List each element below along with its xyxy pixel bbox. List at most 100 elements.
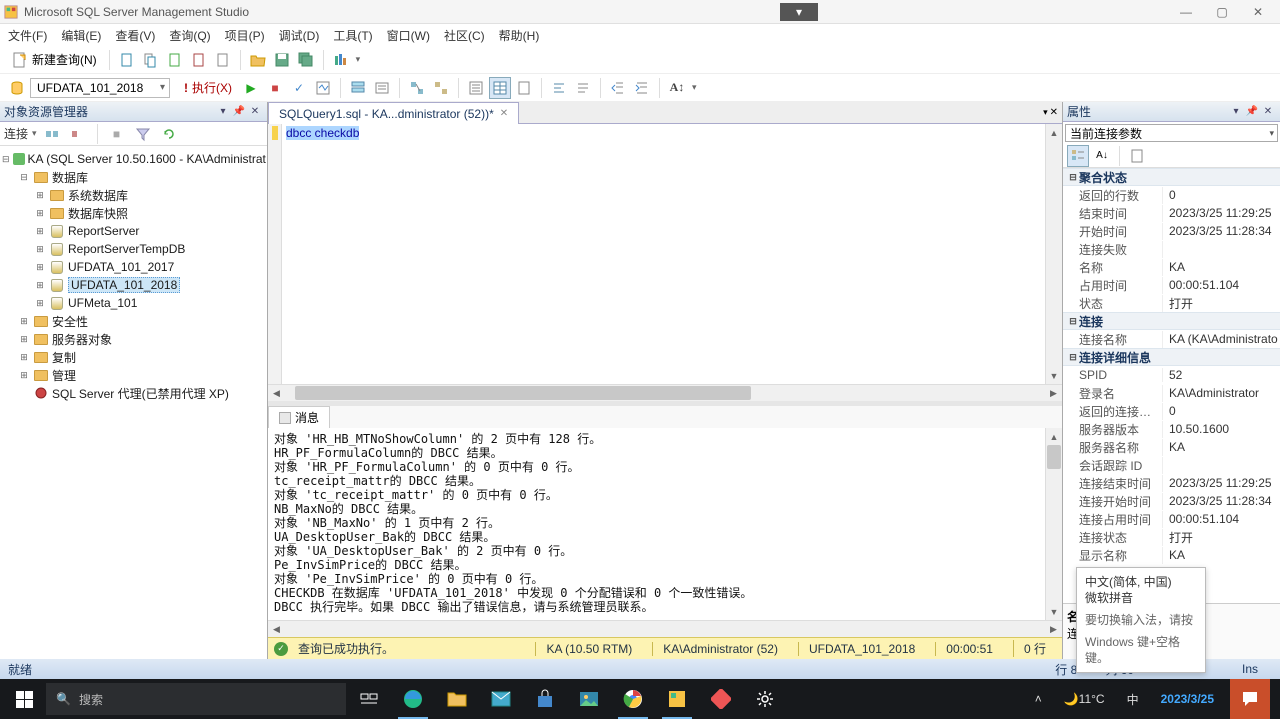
chrome-icon[interactable] xyxy=(612,679,654,719)
tab-dropdown-icon[interactable]: ▾ xyxy=(1043,107,1048,118)
messages-body[interactable]: 对象 'HR_HB_MTNoShowColumn' 的 2 页中有 128 行。… xyxy=(268,428,1045,620)
tree-ufmeta[interactable]: ⊞UFMeta_101 xyxy=(0,294,267,312)
specify-values-icon[interactable]: A↕ xyxy=(666,77,688,99)
tree-reportservertemp[interactable]: ⊞ReportServerTempDB xyxy=(0,240,267,258)
results-file-icon[interactable] xyxy=(513,77,535,99)
connect-icon[interactable] xyxy=(41,123,63,145)
start-button[interactable] xyxy=(4,679,44,719)
properties-scope-combo[interactable]: 当前连接参数 xyxy=(1065,124,1278,142)
parse-icon[interactable]: ✓ xyxy=(288,77,310,99)
taskbar-search[interactable]: 🔍 搜索 xyxy=(46,683,346,715)
menu-file[interactable]: 文件(F) xyxy=(8,27,47,44)
menu-edit[interactable]: 编辑(E) xyxy=(61,27,101,44)
editor-hscroll[interactable]: ◀▶ xyxy=(268,384,1062,401)
activity-monitor-icon[interactable] xyxy=(330,49,352,71)
menu-help[interactable]: 帮助(H) xyxy=(499,27,540,44)
save-all-icon[interactable] xyxy=(295,49,317,71)
menu-debug[interactable]: 调试(D) xyxy=(279,27,320,44)
uncomment-icon[interactable] xyxy=(572,77,594,99)
messages-hscroll[interactable]: ◀▶ xyxy=(268,620,1062,637)
alphabetical-view-icon[interactable]: A↓ xyxy=(1091,145,1113,167)
close-button[interactable]: ✕ xyxy=(1240,1,1276,23)
panel-dropdown-icon[interactable]: ▾ xyxy=(215,104,231,120)
menu-community[interactable]: 社区(C) xyxy=(444,27,485,44)
include-stats-icon[interactable] xyxy=(430,77,452,99)
connect-label[interactable]: 连接 xyxy=(4,125,28,142)
ime-indicator[interactable]: 中 xyxy=(1121,679,1145,719)
tb-doc2-icon[interactable] xyxy=(140,49,162,71)
editor-code[interactable]: dbcc checkdb xyxy=(282,124,1045,384)
categorized-view-icon[interactable] xyxy=(1067,145,1089,167)
results-grid-icon[interactable] xyxy=(489,77,511,99)
editor-vscroll[interactable]: ▲▼ xyxy=(1045,124,1062,384)
tb-doc3-icon[interactable] xyxy=(164,49,186,71)
properties-grid[interactable]: ⊟聚合状态 返回的行数0 结束时间2023/3/25 11:29:25 开始时间… xyxy=(1063,168,1280,603)
prop-cat-connection[interactable]: ⊟连接 xyxy=(1063,312,1280,330)
tb-doc4-icon[interactable] xyxy=(188,49,210,71)
git-icon[interactable] xyxy=(700,679,742,719)
editor-tab-close-icon[interactable]: ✕ xyxy=(500,108,508,119)
settings-icon[interactable] xyxy=(744,679,786,719)
tb-doc5-icon[interactable] xyxy=(212,49,234,71)
prop-cat-conn-detail[interactable]: ⊟连接详细信息 xyxy=(1063,348,1280,366)
prop-pin-icon[interactable]: 📌 xyxy=(1244,104,1260,120)
database-selector[interactable]: UFDATA_101_2018 xyxy=(30,78,170,98)
mail-icon[interactable] xyxy=(480,679,522,719)
menu-query[interactable]: 查询(Q) xyxy=(169,27,210,44)
toolbar2-overflow-icon[interactable]: ▾ xyxy=(692,82,697,93)
indent-increase-icon[interactable] xyxy=(631,77,653,99)
tree-server[interactable]: ⊟KA (SQL Server 10.50.1600 - KA\Administ… xyxy=(0,150,267,168)
filter-icon[interactable] xyxy=(132,123,154,145)
comment-icon[interactable] xyxy=(548,77,570,99)
task-view-icon[interactable] xyxy=(348,679,390,719)
tree-agent[interactable]: ⊞SQL Server 代理(已禁用代理 XP) xyxy=(0,384,267,402)
tree-databases[interactable]: ⊟数据库 xyxy=(0,168,267,186)
new-query-button[interactable]: 新建查询(N) xyxy=(6,51,103,68)
prop-close-icon[interactable]: ✕ xyxy=(1260,104,1276,120)
menu-view[interactable]: 查看(V) xyxy=(115,27,155,44)
intellisense-icon[interactable] xyxy=(371,77,393,99)
tray-date[interactable]: 2023/3/25 xyxy=(1155,679,1220,719)
ssms-icon[interactable] xyxy=(656,679,698,719)
query-options-icon[interactable] xyxy=(347,77,369,99)
edge-icon[interactable] xyxy=(392,679,434,719)
photos-icon[interactable] xyxy=(568,679,610,719)
disconnect-icon[interactable] xyxy=(67,123,89,145)
tree-management[interactable]: ⊞管理 xyxy=(0,366,267,384)
include-plan-icon[interactable] xyxy=(406,77,428,99)
tb-doc1-icon[interactable] xyxy=(116,49,138,71)
sql-editor[interactable]: dbcc checkdb ▲▼ xyxy=(268,124,1062,384)
stop-icon[interactable]: ■ xyxy=(264,77,286,99)
save-icon[interactable] xyxy=(271,49,293,71)
tab-close-all-icon[interactable]: ✕ xyxy=(1050,107,1058,118)
db-dropdown-icon[interactable] xyxy=(6,77,28,99)
maximize-button[interactable]: ▢ xyxy=(1204,1,1240,23)
indent-decrease-icon[interactable] xyxy=(607,77,629,99)
tree-db-snapshots[interactable]: ⊞数据库快照 xyxy=(0,204,267,222)
estimated-plan-icon[interactable] xyxy=(312,77,334,99)
minimize-button[interactable]: — xyxy=(1168,1,1204,23)
stop-oe-icon[interactable]: ■ xyxy=(106,123,128,145)
messages-vscroll[interactable]: ▲▼ xyxy=(1045,428,1062,620)
tray-overflow-icon[interactable]: ˄ xyxy=(1029,679,1048,719)
execute-button[interactable]: ! 执行(X) xyxy=(178,79,238,96)
titlebar-dropdown[interactable]: ▾ xyxy=(780,3,818,21)
action-center-icon[interactable] xyxy=(1230,679,1270,719)
refresh-icon[interactable] xyxy=(158,123,180,145)
tree-uf2018[interactable]: ⊞UFDATA_101_2018 xyxy=(0,276,267,294)
tree-reportserver[interactable]: ⊞ReportServer xyxy=(0,222,267,240)
menu-project[interactable]: 项目(P) xyxy=(225,27,265,44)
tree-server-objects[interactable]: ⊞服务器对象 xyxy=(0,330,267,348)
prop-cat-aggregate[interactable]: ⊟聚合状态 xyxy=(1063,168,1280,186)
menu-window[interactable]: 窗口(W) xyxy=(387,27,430,44)
weather-widget[interactable]: 🌙 11°C xyxy=(1058,679,1111,719)
tree-uf2017[interactable]: ⊞UFDATA_101_2017 xyxy=(0,258,267,276)
tree-replication[interactable]: ⊞复制 xyxy=(0,348,267,366)
menu-tools[interactable]: 工具(T) xyxy=(333,27,372,44)
object-tree[interactable]: ⊟KA (SQL Server 10.50.1600 - KA\Administ… xyxy=(0,146,267,659)
editor-tab[interactable]: SQLQuery1.sql - KA...dministrator (52))*… xyxy=(268,102,519,124)
prop-dropdown-icon[interactable]: ▾ xyxy=(1228,104,1244,120)
tree-security[interactable]: ⊞安全性 xyxy=(0,312,267,330)
open-folder-icon[interactable] xyxy=(247,49,269,71)
messages-tab[interactable]: 消息 xyxy=(268,406,330,428)
